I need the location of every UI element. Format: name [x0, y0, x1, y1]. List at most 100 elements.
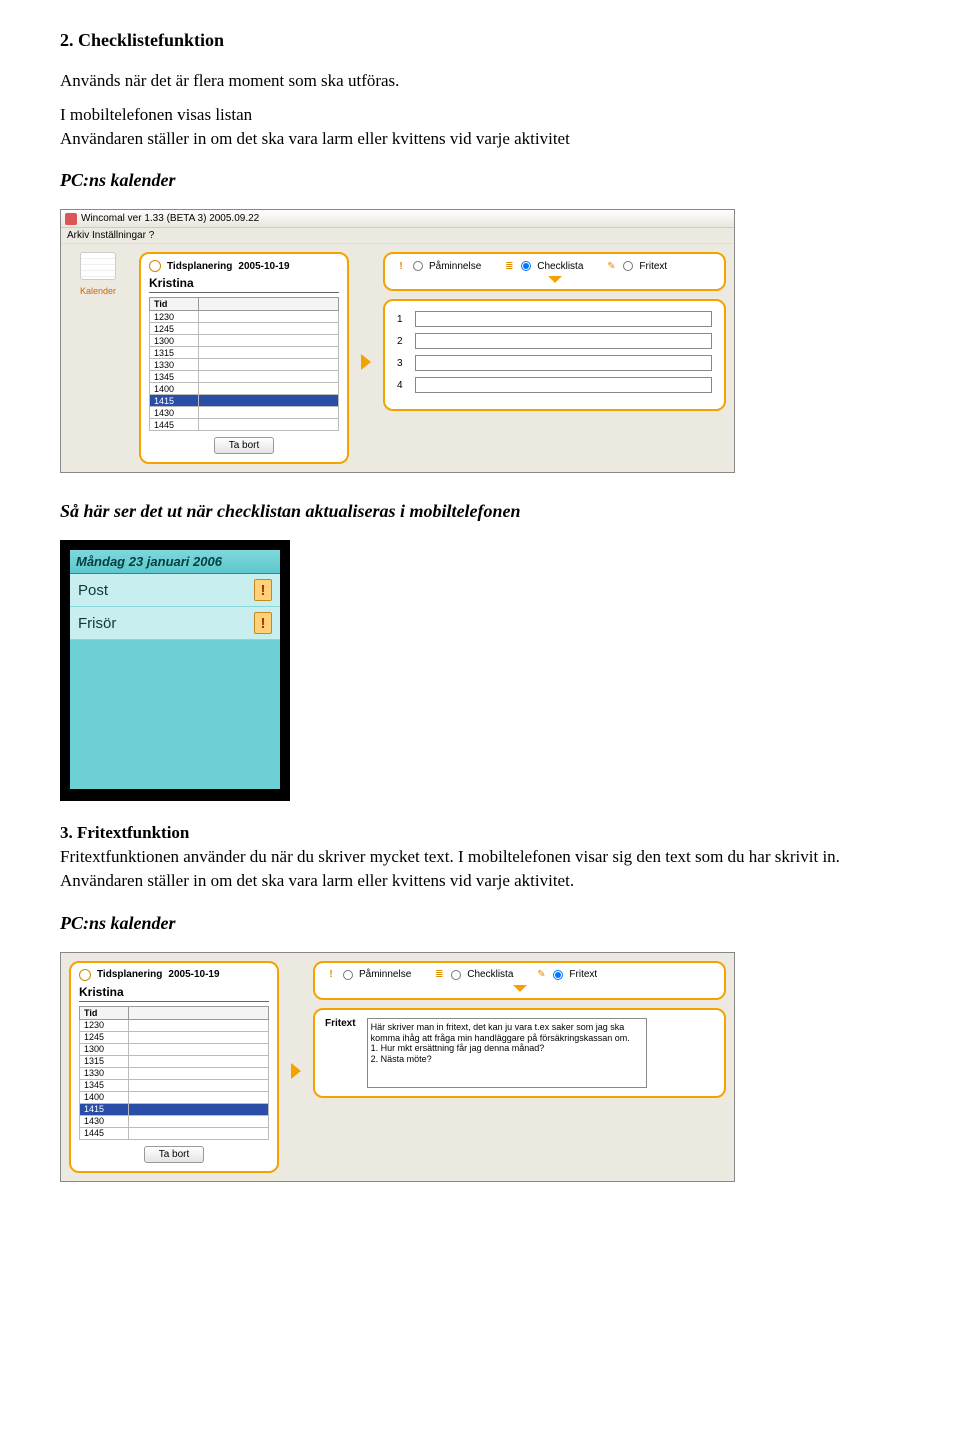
radio-fritext-2[interactable] [553, 970, 563, 980]
nav-kalender-label[interactable]: Kalender [80, 286, 116, 296]
pc-app-window-2: Tidsplanering 2005-10-19 Kristina Tid 12… [60, 952, 735, 1182]
checklist-icon: ≣ [433, 969, 445, 981]
fritext-label: Fritext [325, 1018, 356, 1029]
time-cell: 1330 [150, 359, 199, 371]
time-table-2[interactable]: Tid 123012451300131513301345140014151430… [79, 1006, 269, 1140]
radio-checklista-2[interactable] [451, 970, 461, 980]
clock-icon [149, 260, 161, 272]
activity-cell [129, 1091, 269, 1103]
time-cell: 1300 [80, 1043, 129, 1055]
pc-kalender-heading-2: PC:ns kalender [60, 913, 900, 934]
radio-fritext[interactable] [623, 261, 633, 271]
remove-button-2[interactable]: Ta bort [144, 1146, 205, 1163]
checklist-field-row: 3 [397, 355, 712, 371]
table-row[interactable]: 1445 [80, 1127, 269, 1139]
activity-cell [129, 1055, 269, 1067]
fritext-textarea[interactable]: Här skriver man in fritext, det kan ju v… [367, 1018, 647, 1088]
freetext-icon: ✎ [535, 969, 547, 981]
field-number: 4 [397, 380, 407, 391]
table-row[interactable]: 1315 [150, 347, 339, 359]
time-rows[interactable]: 1230124513001315133013451400141514301445 [150, 311, 339, 431]
phone-list-item[interactable]: Frisör! [70, 607, 280, 640]
time-cell: 1230 [80, 1019, 129, 1031]
activity-cell [129, 1067, 269, 1079]
table-row[interactable]: 1400 [150, 383, 339, 395]
time-table[interactable]: Tid 123012451300131513301345140014151430… [149, 297, 339, 431]
chevron-down-icon [513, 985, 527, 992]
activity-cell [129, 1043, 269, 1055]
left-nav: Kalender [69, 252, 127, 296]
phone-body: Post!Frisör! [70, 574, 280, 789]
table-row[interactable]: 1230 [80, 1019, 269, 1031]
checklist-input[interactable] [415, 377, 712, 393]
plan-user: Kristina [149, 276, 339, 293]
time-cell: 1430 [150, 407, 199, 419]
chevron-down-icon [548, 276, 562, 283]
app-title: Wincomal ver 1.33 (BETA 3) 2005.09.22 [81, 213, 259, 224]
checklist-input[interactable] [415, 333, 712, 349]
app-menubar[interactable]: Arkiv Inställningar ? [61, 228, 734, 244]
phone-list-item[interactable]: Post! [70, 574, 280, 607]
activity-cell [199, 359, 339, 371]
clock-icon [79, 969, 91, 981]
checklist-input[interactable] [415, 355, 712, 371]
section3-body: Fritextfunktionen använder du när du skr… [60, 847, 840, 890]
table-row[interactable]: 1300 [150, 335, 339, 347]
table-row[interactable]: 1300 [80, 1043, 269, 1055]
table-row[interactable]: 1245 [80, 1031, 269, 1043]
activity-cell [129, 1019, 269, 1031]
time-cell: 1400 [150, 383, 199, 395]
table-row[interactable]: 1330 [150, 359, 339, 371]
time-cell: 1345 [80, 1079, 129, 1091]
table-row[interactable]: 1445 [150, 419, 339, 431]
app-icon [65, 213, 77, 225]
time-cell: 1245 [80, 1031, 129, 1043]
table-row[interactable]: 1415 [80, 1103, 269, 1115]
checklist-field-row: 4 [397, 377, 712, 393]
time-cell: 1415 [150, 395, 199, 407]
table-row[interactable]: 1430 [150, 407, 339, 419]
checklist-fields-panel: 1234 [383, 299, 726, 411]
type-panel: ! Påminnelse ≣ Checklista ✎ Fritext [383, 252, 726, 291]
time-cell: 1300 [150, 335, 199, 347]
time-col-header-2: Tid [80, 1006, 129, 1019]
label-paminnelse-2: Påminnelse [359, 969, 411, 980]
section2-intro: Används när det är flera moment som ska … [60, 69, 900, 93]
activity-cell [199, 383, 339, 395]
pc-app-window-1: Wincomal ver 1.33 (BETA 3) 2005.09.22 Ar… [60, 209, 735, 473]
table-row[interactable]: 1415 [150, 395, 339, 407]
calendar-icon[interactable] [80, 252, 116, 280]
tidsplanering-panel-2: Tidsplanering 2005-10-19 Kristina Tid 12… [69, 961, 279, 1173]
time-cell: 1445 [80, 1127, 129, 1139]
label-fritext-2: Fritext [569, 969, 597, 980]
time-cell: 1430 [80, 1115, 129, 1127]
radio-paminnelse[interactable] [413, 261, 423, 271]
time-cell: 1330 [80, 1067, 129, 1079]
section2-desc: I mobiltelefonen visas listan Användaren… [60, 103, 900, 151]
table-row[interactable]: 1245 [150, 323, 339, 335]
checklist-input[interactable] [415, 311, 712, 327]
checklist-icon: ≣ [503, 260, 515, 272]
table-row[interactable]: 1400 [80, 1091, 269, 1103]
fritext-panel: Fritext Här skriver man in fritext, det … [313, 1008, 726, 1098]
table-row[interactable]: 1315 [80, 1055, 269, 1067]
table-row[interactable]: 1430 [80, 1115, 269, 1127]
mobile-heading: Så här ser det ut när checklistan aktual… [60, 501, 900, 522]
label-checklista-2: Checklista [467, 969, 513, 980]
radio-checklista[interactable] [521, 261, 531, 271]
table-row[interactable]: 1230 [150, 311, 339, 323]
time-rows-2[interactable]: 1230124513001315133013451400141514301445 [80, 1019, 269, 1139]
table-row[interactable]: 1345 [80, 1079, 269, 1091]
remove-button[interactable]: Ta bort [214, 437, 275, 454]
activity-cell [129, 1079, 269, 1091]
table-row[interactable]: 1330 [80, 1067, 269, 1079]
activity-cell [129, 1115, 269, 1127]
radio-paminnelse-2[interactable] [343, 970, 353, 980]
activity-col-header [199, 298, 339, 311]
reminder-icon: ! [395, 260, 407, 272]
table-row[interactable]: 1345 [150, 371, 339, 383]
checklist-field-row: 2 [397, 333, 712, 349]
activity-cell [199, 323, 339, 335]
activity-cell [199, 419, 339, 431]
activity-cell [199, 335, 339, 347]
